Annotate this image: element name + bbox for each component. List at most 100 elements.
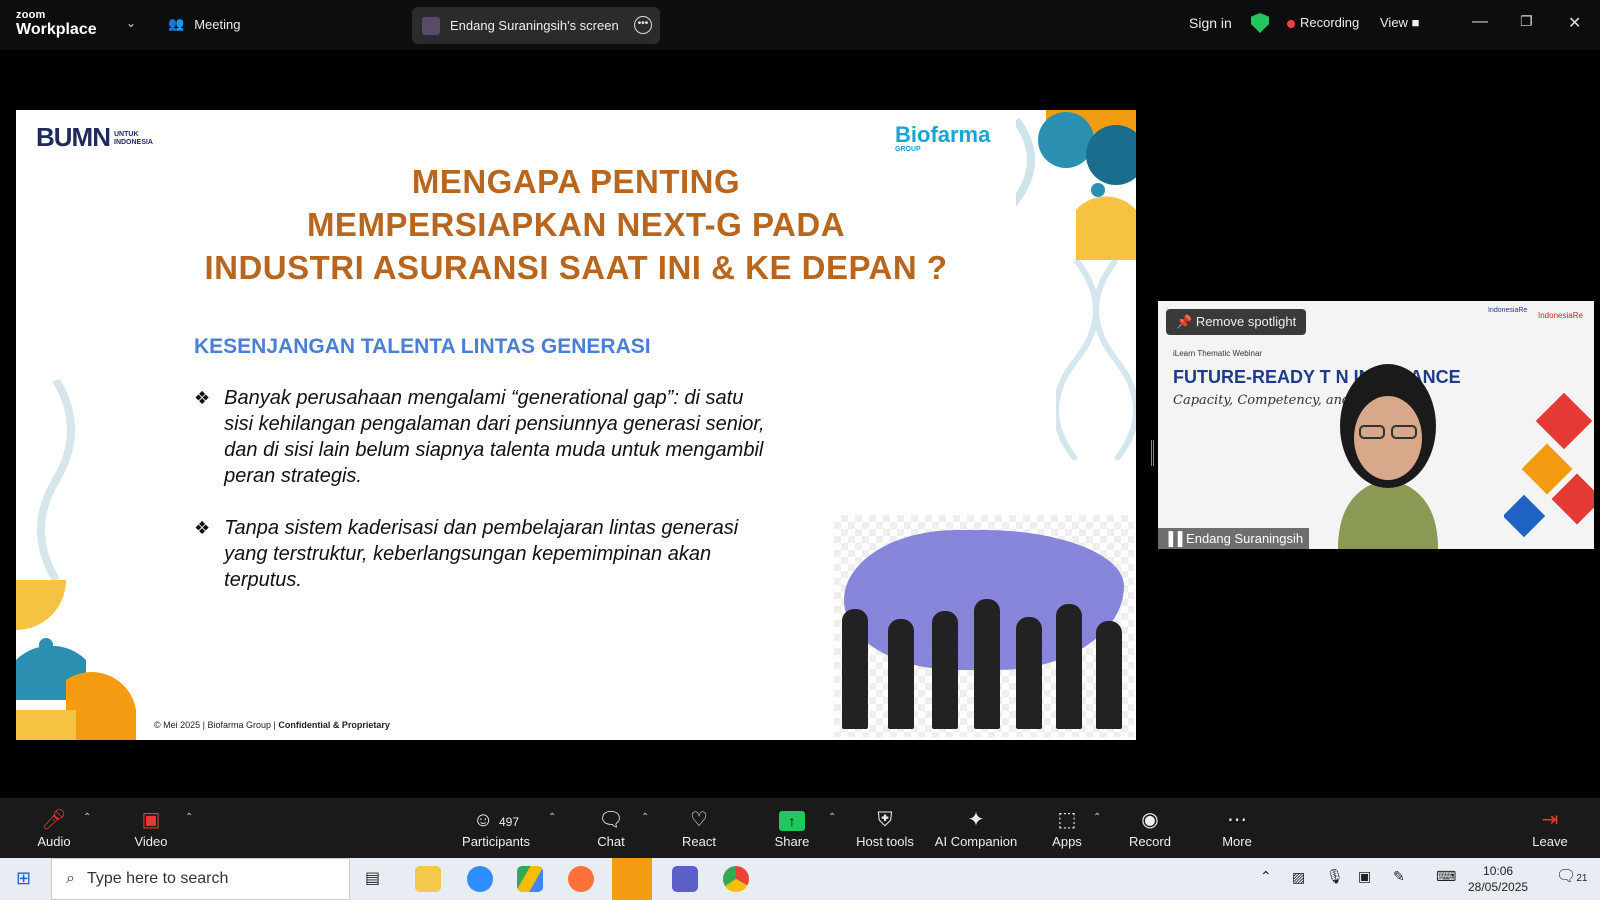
sign-in-button[interactable]: Sign in bbox=[1189, 15, 1232, 31]
bumn-tagline: UNTUK INDONESIA bbox=[114, 131, 153, 147]
decor-video-shapes bbox=[1504, 392, 1594, 538]
google-drive-icon[interactable] bbox=[517, 866, 543, 892]
chevron-up-icon[interactable]: ⌃ bbox=[83, 812, 91, 823]
biofarma-tagline: GROUP bbox=[895, 146, 921, 153]
firefox-icon[interactable] bbox=[568, 866, 594, 892]
teams-icon[interactable] bbox=[672, 866, 698, 892]
outlook-icon[interactable] bbox=[612, 858, 652, 900]
taskbar-search[interactable]: ⌕ Type here to search bbox=[51, 858, 350, 900]
meeting-label: Meeting bbox=[194, 16, 241, 32]
meeting-toolbar: 🎤︎ Audio ⌃ ▣ Video ⌃ ☺ 497 Participants ⌃ 🗨… bbox=[0, 798, 1600, 858]
zoom-app-icon[interactable] bbox=[467, 866, 493, 892]
record-icon: ◉ bbox=[1141, 809, 1159, 831]
ai-companion-button[interactable]: ✦ AI Companion bbox=[931, 806, 1021, 849]
biofarma-logo-text: Biofarma bbox=[895, 122, 991, 147]
chevron-up-icon[interactable]: ⌃ bbox=[641, 812, 649, 823]
chevron-up-icon[interactable]: ⌃ bbox=[548, 812, 556, 823]
react-button[interactable]: ♡ React bbox=[654, 806, 744, 849]
chevron-up-icon[interactable]: ⌃ bbox=[185, 812, 193, 823]
windows-start-icon[interactable]: ⊞ bbox=[16, 868, 31, 889]
search-placeholder: Type here to search bbox=[86, 870, 229, 887]
notifications-icon[interactable]: 🗨︎21 bbox=[1556, 866, 1587, 886]
brand-left: IndonesiaRe bbox=[1488, 307, 1528, 314]
bullet-text: Banyak perusahaan mengalami “generationa… bbox=[224, 387, 765, 487]
restore-icon[interactable]: ❐ bbox=[1520, 13, 1533, 30]
taskbar-clock[interactable]: 10:06 28/05/2025 bbox=[1468, 863, 1528, 895]
apps-label: Apps bbox=[1052, 834, 1082, 849]
shared-slide: BUMN UNTUK INDONESIA Biofarma GROUP MENGAP… bbox=[16, 110, 1136, 740]
minimize-icon[interactable]: — bbox=[1472, 13, 1488, 31]
diamond-bullet-icon: ❖ bbox=[194, 388, 211, 408]
share-button[interactable]: ↑ Share bbox=[747, 806, 837, 849]
tray-storage-icon[interactable]: ▨ bbox=[1292, 869, 1305, 886]
webinar-small-label: iLearn Thematic Webinar bbox=[1173, 349, 1263, 358]
bullet-text: Tanpa sistem kaderisasi dan pembelajaran… bbox=[224, 517, 739, 591]
host-tools-label: Host tools bbox=[856, 834, 914, 849]
view-button[interactable]: View ■ bbox=[1380, 15, 1419, 30]
participant-video-tile[interactable]: IndonesiaRe IndonesiaRe iLearn Thematic … bbox=[1158, 301, 1594, 549]
logo-line2: Workplace bbox=[16, 21, 97, 38]
title-line-2: MEMPERSIAPKAN NEXT-G PADA bbox=[306, 206, 846, 243]
recording-indicator[interactable]: Recording bbox=[1287, 15, 1359, 30]
record-button[interactable]: ◉ Record bbox=[1105, 806, 1195, 849]
leave-button[interactable]: ⇥ Leave bbox=[1505, 806, 1595, 849]
shield-icon[interactable] bbox=[1251, 13, 1269, 33]
people-icon: 👥 bbox=[168, 16, 185, 31]
bumn-logo: BUMN UNTUK INDONESIA bbox=[36, 122, 154, 153]
camera-off-icon: ▣ bbox=[141, 809, 161, 831]
clock-date: 28/05/2025 bbox=[1468, 880, 1529, 894]
bumn-logo-text: BUMN bbox=[36, 122, 111, 152]
screen-share-pill[interactable]: Endang Suraningsih's screen ••• bbox=[412, 7, 660, 44]
shield-icon: ⛨ bbox=[877, 809, 893, 831]
audio-label: Audio bbox=[37, 834, 71, 849]
file-explorer-icon[interactable] bbox=[415, 866, 441, 892]
video-button[interactable]: ▣ Video bbox=[106, 806, 196, 849]
more-button[interactable]: ⋯ More bbox=[1192, 806, 1282, 849]
chat-label: Chat bbox=[597, 834, 625, 849]
logo-line1: zoom bbox=[16, 9, 46, 21]
silhouette bbox=[1096, 621, 1122, 729]
bullet-item: ❖ Tanpa sistem kaderisasi dan pembelajar… bbox=[194, 515, 774, 593]
silhouette bbox=[932, 611, 958, 729]
view-label: View bbox=[1380, 15, 1408, 30]
title-line-3: INDUSTRI ASURANSI SAAT INI & KE DEPAN ? bbox=[204, 249, 948, 286]
silhouette bbox=[842, 609, 868, 729]
screen-share-label: Endang Suraningsih's screen bbox=[450, 18, 619, 33]
more-options-icon[interactable]: ••• bbox=[634, 16, 652, 34]
tray-keyboard-icon[interactable]: ⌨ bbox=[1436, 868, 1456, 885]
chevron-up-icon[interactable]: ⌃ bbox=[828, 812, 836, 823]
tray-network-icon[interactable]: ▣ bbox=[1358, 868, 1371, 885]
close-icon[interactable]: ✕ bbox=[1568, 13, 1581, 33]
task-view-icon[interactable]: ▤ bbox=[365, 868, 380, 888]
presenter-avatar-icon bbox=[422, 16, 440, 35]
leave-label: Leave bbox=[1532, 834, 1568, 849]
search-icon: ⌕ bbox=[66, 870, 75, 887]
host-tools-button[interactable]: ⛨ Host tools bbox=[840, 806, 930, 849]
share-screen-icon: ↑ bbox=[747, 806, 837, 834]
slide-title: MENGAPA PENTING MEMPERSIAPKAN NEXT-G PAD… bbox=[16, 160, 1136, 289]
notification-count: 21 bbox=[1576, 873, 1588, 884]
heart-icon: ♡ bbox=[690, 809, 708, 831]
chrome-icon[interactable] bbox=[723, 866, 749, 892]
meeting-menu[interactable]: 👥 Meeting bbox=[168, 16, 240, 32]
world-map-people-image bbox=[834, 515, 1134, 737]
chevron-down-icon[interactable]: ⌄ bbox=[126, 16, 136, 30]
tray-pen-icon[interactable]: ✎ bbox=[1393, 868, 1405, 885]
share-label: Share bbox=[774, 834, 810, 849]
leave-icon: ⇥ bbox=[1541, 809, 1559, 831]
footer-bold: Confidential & Proprietary bbox=[278, 720, 390, 730]
tray-mic-icon[interactable]: 🎙︎ bbox=[1326, 868, 1344, 885]
silhouette bbox=[1016, 617, 1042, 729]
chevron-up-icon[interactable]: ⌃ bbox=[1093, 812, 1101, 823]
more-label: More bbox=[1222, 834, 1252, 849]
participants-button[interactable]: ☺ 497 Participants bbox=[451, 806, 541, 849]
signal-bars-icon: ▐▐ bbox=[1164, 531, 1183, 546]
remove-spotlight-button[interactable]: 📌 Remove spotlight bbox=[1166, 309, 1307, 335]
pin-icon: 📌 bbox=[1176, 314, 1193, 329]
recording-label: Recording bbox=[1300, 15, 1360, 30]
ai-companion-label: AI Companion bbox=[934, 834, 1018, 849]
silhouette bbox=[974, 599, 1000, 729]
tray-chevron-up-icon[interactable]: ⌃ bbox=[1260, 868, 1272, 885]
split-resize-handle[interactable] bbox=[1151, 440, 1154, 466]
more-icon: ⋯ bbox=[1227, 809, 1247, 831]
